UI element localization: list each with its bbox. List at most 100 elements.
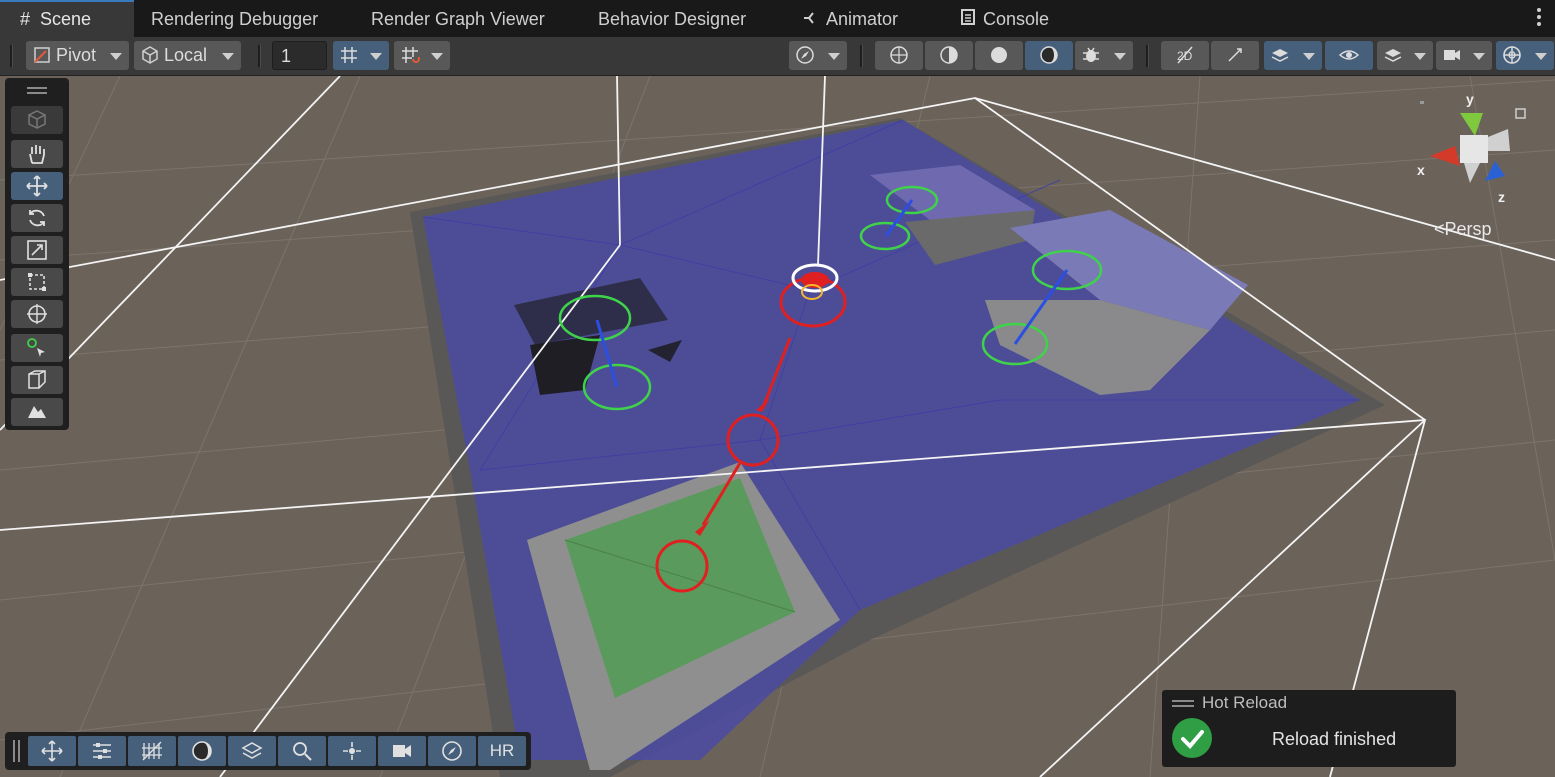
move-arrows-icon bbox=[41, 740, 63, 762]
overlay-navigation-button[interactable] bbox=[328, 736, 376, 766]
shaded-wireframe-mode-button[interactable] bbox=[925, 41, 973, 70]
grid-hatch-icon bbox=[142, 741, 162, 761]
scale-tool-button[interactable] bbox=[11, 236, 63, 264]
pointer-pin-icon bbox=[27, 338, 45, 357]
tab-animator[interactable]: Animator bbox=[802, 0, 898, 37]
lit-sphere-icon bbox=[1040, 46, 1058, 64]
gizmos-dropdown[interactable] bbox=[1496, 41, 1554, 70]
axis-neg-x-cone bbox=[1488, 129, 1510, 151]
animator-icon bbox=[802, 0, 820, 38]
debug-draw-mode-dropdown[interactable] bbox=[1075, 41, 1133, 70]
lock-icon[interactable] bbox=[1515, 108, 1526, 119]
editor-tab-bar: # Scene Rendering Debugger Render Graph V… bbox=[0, 0, 1555, 37]
projection-toggle[interactable]: <Persp bbox=[1434, 219, 1492, 240]
light-off-icon bbox=[1228, 48, 1242, 62]
overlay-grip[interactable] bbox=[18, 740, 20, 762]
camera-settings-dropdown[interactable] bbox=[1436, 41, 1492, 70]
check-icon bbox=[1172, 718, 1212, 758]
tools-grip[interactable] bbox=[27, 92, 47, 94]
grid-visibility-toggle[interactable] bbox=[333, 41, 389, 70]
overlay-layers-button[interactable] bbox=[228, 736, 276, 766]
rect-tool-button[interactable] bbox=[11, 268, 63, 296]
pivot-dropdown[interactable]: Pivot bbox=[26, 41, 129, 70]
hot-reload-message: Reload finished bbox=[1272, 729, 1397, 749]
axis-x-cone bbox=[1430, 146, 1460, 166]
axis-z-cone bbox=[1485, 161, 1505, 181]
shaded-mode-button[interactable] bbox=[975, 41, 1023, 70]
overlay-camera-button[interactable] bbox=[378, 736, 426, 766]
scene-toolbar: Pivot Local 1 2D bbox=[0, 37, 1555, 76]
gizmo-center-cube bbox=[1460, 135, 1488, 163]
eye-icon bbox=[1339, 50, 1359, 60]
tab-console[interactable]: Console bbox=[959, 0, 1049, 37]
increment-snap-toggle[interactable] bbox=[394, 41, 450, 70]
rotate-icon bbox=[29, 209, 45, 227]
hot-reload-title: Hot Reload bbox=[1202, 693, 1288, 712]
probuilder-tool-button[interactable] bbox=[11, 366, 63, 394]
toolbar-separator bbox=[860, 45, 863, 67]
rotate-tool-button[interactable] bbox=[11, 204, 63, 232]
grid-hash-icon: # bbox=[19, 9, 30, 29]
move-tool-button[interactable] bbox=[11, 172, 63, 200]
chevron-down-icon bbox=[1473, 53, 1485, 60]
overlay-grid-button[interactable] bbox=[128, 736, 176, 766]
scene-viewport[interactable]: y x z bbox=[0, 76, 1555, 777]
box-edit-icon bbox=[28, 370, 46, 389]
wireframe-mode-button[interactable] bbox=[875, 41, 923, 70]
lighting-toggle-button[interactable] bbox=[1211, 41, 1259, 70]
sliders-icon bbox=[93, 743, 111, 759]
local-global-dropdown[interactable]: Local bbox=[134, 41, 241, 70]
unlit-mode-button[interactable] bbox=[1025, 41, 1073, 70]
overlay-compass-button[interactable] bbox=[428, 736, 476, 766]
2d-toggle-button[interactable]: 2D bbox=[1161, 41, 1209, 70]
search-icon bbox=[293, 742, 312, 761]
layer-stack-icon bbox=[241, 742, 263, 759]
axis-x-label: x bbox=[1417, 162, 1425, 178]
custom-tool-button[interactable] bbox=[11, 334, 63, 362]
console-icon bbox=[959, 0, 977, 38]
overlay-move-button[interactable] bbox=[28, 736, 76, 766]
chevron-down-icon bbox=[431, 53, 443, 60]
tab-scene[interactable]: # Scene bbox=[0, 0, 134, 37]
overlay-lighting-button[interactable] bbox=[178, 736, 226, 766]
shaded-sphere-icon bbox=[991, 47, 1007, 63]
overlay-settings-button[interactable] bbox=[78, 736, 126, 766]
more-options-icon[interactable] bbox=[1537, 8, 1541, 29]
hot-reload-popup[interactable]: Hot Reload Reload finished bbox=[1162, 690, 1456, 767]
chevron-down-icon bbox=[370, 53, 382, 60]
gizmo-globe-icon bbox=[1503, 46, 1521, 64]
orientation-gizmo[interactable] bbox=[1420, 91, 1530, 201]
tab-render-graph-viewer[interactable]: Render Graph Viewer bbox=[371, 0, 545, 37]
hand-tool-button[interactable] bbox=[11, 140, 63, 168]
scale-icon bbox=[27, 240, 47, 260]
overlay-hr-button[interactable]: HR bbox=[478, 736, 526, 766]
bug-icon bbox=[1083, 47, 1099, 62]
wireframe-sphere-icon bbox=[890, 46, 908, 64]
cube-local-icon bbox=[142, 46, 158, 64]
orientation-dropdown[interactable] bbox=[789, 41, 847, 70]
shaded-wire-sphere-icon bbox=[940, 46, 958, 64]
popup-grip[interactable] bbox=[1172, 700, 1194, 710]
overlay-grip[interactable] bbox=[13, 740, 15, 762]
gizmo-grip bbox=[1420, 101, 1424, 104]
chevron-down-icon bbox=[828, 53, 840, 60]
tab-rendering-debugger[interactable]: Rendering Debugger bbox=[151, 0, 318, 37]
axis-y-label: y bbox=[1466, 91, 1474, 107]
terrain-tool-button[interactable] bbox=[11, 398, 63, 426]
scene-effects-dropdown[interactable] bbox=[1264, 41, 1322, 70]
tools-grip[interactable] bbox=[27, 87, 47, 89]
rect-transform-icon bbox=[28, 273, 46, 291]
scene-render bbox=[0, 76, 1555, 777]
view-tool-button[interactable] bbox=[11, 106, 63, 134]
transform-tool-button[interactable] bbox=[11, 300, 63, 328]
hand-icon bbox=[29, 145, 45, 164]
toolbar-separator bbox=[258, 45, 261, 67]
grid-snap-value-input[interactable]: 1 bbox=[272, 41, 327, 70]
toolbar-grip bbox=[10, 45, 13, 67]
scene-visibility-button[interactable] bbox=[1325, 41, 1373, 70]
tab-behavior-designer[interactable]: Behavior Designer bbox=[598, 0, 746, 37]
layers-dropdown[interactable] bbox=[1377, 41, 1433, 70]
overlay-search-button[interactable] bbox=[278, 736, 326, 766]
terrain-icon bbox=[28, 406, 46, 418]
chevron-left-icon: < bbox=[1434, 219, 1445, 239]
